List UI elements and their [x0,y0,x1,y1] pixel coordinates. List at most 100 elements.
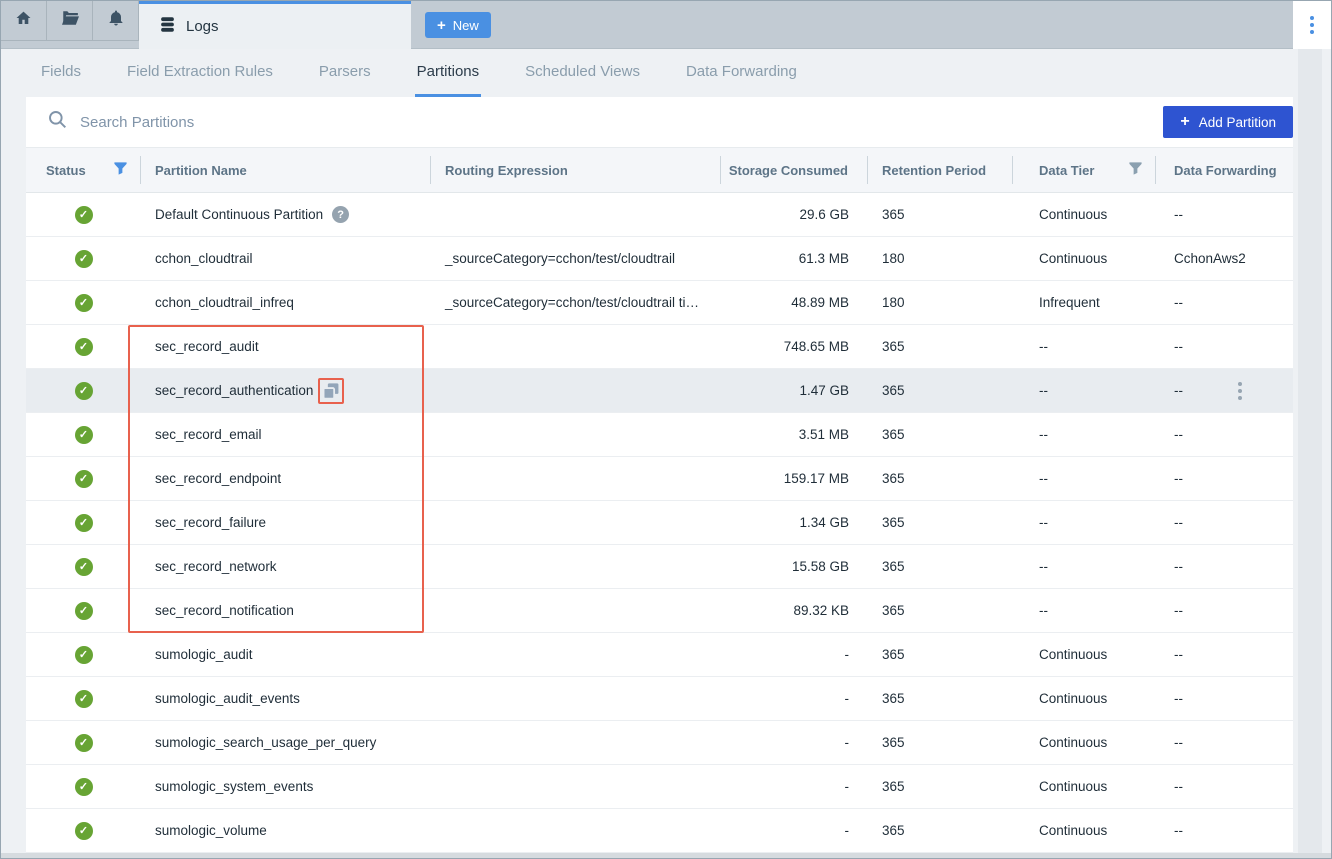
table-row[interactable]: ✓ sumologic_audit_events - 365 Continuou… [26,677,1293,721]
storage-consumed: 61.3 MB [799,251,849,266]
partition-name: sec_record_network [155,559,277,574]
home-button[interactable] [1,1,47,41]
storage-consumed: 159.17 MB [784,471,849,486]
partition-name: sec_record_email [155,427,262,442]
storage-consumed: 15.58 GB [792,559,849,574]
new-button[interactable]: + New [425,12,491,38]
table-row[interactable]: ✓ sumologic_audit - 365 Continuous -- [26,633,1293,677]
plus-icon: + [437,18,446,33]
add-partition-button[interactable]: + Add Partition [1163,106,1293,138]
partition-name: sec_record_endpoint [155,471,281,486]
search-row: + Add Partition [26,97,1293,147]
top-bar: Logs + New [1,1,1331,49]
column-header-partition-name[interactable]: Partition Name [141,156,431,184]
status-ok-icon: ✓ [75,294,93,312]
routing-expression: _sourceCategory=cchon/test/cloudtrail [445,251,675,266]
data-tier: -- [1039,515,1048,530]
data-tier: -- [1039,383,1048,398]
retention-period: 365 [882,647,905,662]
storage-consumed: - [845,691,850,706]
tab-logs[interactable]: Logs [139,1,411,49]
status-ok-icon: ✓ [75,250,93,268]
table-row[interactable]: ✓ sumologic_system_events - 365 Continuo… [26,765,1293,809]
partition-name: cchon_cloudtrail [155,251,253,266]
data-tier: Continuous [1039,691,1107,706]
table-row[interactable]: ✓ sec_record_failure 1.34 GB 365 -- -- [26,501,1293,545]
data-forwarding: -- [1174,603,1183,618]
table-row[interactable]: ✓ sec_record_email 3.51 MB 365 -- -- [26,413,1293,457]
data-tier: -- [1039,559,1048,574]
section-tab-data-forwarding[interactable]: Data Forwarding [684,49,799,97]
table-row[interactable]: ✓ sumologic_search_usage_per_query - 365… [26,721,1293,765]
data-forwarding: -- [1174,823,1183,838]
data-tier: Continuous [1039,251,1107,266]
row-kebab-icon[interactable] [1238,382,1242,400]
copy-icon[interactable] [322,382,340,400]
data-forwarding: -- [1174,295,1183,310]
data-forwarding: -- [1174,471,1183,486]
alerts-button[interactable] [93,1,139,41]
column-header-retention-period[interactable]: Retention Period [868,156,1013,184]
retention-period: 365 [882,383,905,398]
data-tier: Continuous [1039,779,1107,794]
table-row[interactable]: ✓ Default Continuous Partition ? 29.6 GB… [26,193,1293,237]
column-header-routing-expression[interactable]: Routing Expression [431,156,721,184]
status-ok-icon: ✓ [75,822,93,840]
section-tab-fields[interactable]: Fields [39,49,83,97]
storage-consumed: 1.47 GB [799,383,849,398]
library-button[interactable] [47,1,93,41]
table-row[interactable]: ✓ sec_record_endpoint 159.17 MB 365 -- -… [26,457,1293,501]
retention-period: 365 [882,823,905,838]
table-row[interactable]: ✓ sumologic_volume - 365 Continuous -- [26,809,1293,853]
table-row[interactable]: ✓ sec_record_network 15.58 GB 365 -- -- [26,545,1293,589]
section-tab-parsers[interactable]: Parsers [317,49,373,97]
section-tab-scheduled-views[interactable]: Scheduled Views [523,49,642,97]
storage-consumed: 748.65 MB [784,339,849,354]
data-tier: Continuous [1039,207,1107,222]
filter-icon[interactable] [1128,161,1143,179]
column-header-status[interactable]: Status [26,156,141,184]
table-row[interactable]: ✓ cchon_cloudtrail _sourceCategory=cchon… [26,237,1293,281]
table-row[interactable]: ✓ sec_record_notification 89.32 KB 365 -… [26,589,1293,633]
window-kebab-menu[interactable] [1293,1,1331,49]
storage-consumed: 3.51 MB [799,427,849,442]
copy-annotation-box [318,378,344,404]
table-row[interactable]: ✓ cchon_cloudtrail_infreq _sourceCategor… [26,281,1293,325]
routing-expression: _sourceCategory=cchon/test/cloudtrail ti… [445,295,699,310]
partitions-panel: + Add Partition Status Partition Name Ro… [26,97,1293,853]
filter-icon-active[interactable] [113,161,128,179]
partition-name: sumologic_audit_events [155,691,300,706]
status-ok-icon: ✓ [75,206,93,224]
status-ok-icon: ✓ [75,778,93,796]
data-tier: Infrequent [1039,295,1100,310]
data-forwarding: -- [1174,515,1183,530]
partition-name: sumologic_audit [155,647,253,662]
kebab-menu-icon [1310,16,1314,34]
plus-icon: + [1180,114,1189,130]
data-tier: Continuous [1039,823,1107,838]
section-tab-partitions[interactable]: Partitions [415,49,482,97]
help-icon[interactable]: ? [332,206,349,223]
search-input[interactable] [78,113,498,132]
table-row[interactable]: ✓ sec_record_authentication 1.47 GB 365 … [26,369,1293,413]
app-window: Logs + New Fields Field Extraction Rules P… [0,0,1332,859]
data-forwarding: -- [1174,339,1183,354]
status-ok-icon: ✓ [75,470,93,488]
storage-consumed: - [845,823,850,838]
data-tier: Continuous [1039,735,1107,750]
partition-name: Default Continuous Partition [155,207,323,222]
table-row[interactable]: ✓ sec_record_audit 748.65 MB 365 -- -- [26,325,1293,369]
column-header-data-forwarding[interactable]: Data Forwarding [1156,156,1293,184]
section-tab-field-extraction-rules[interactable]: Field Extraction Rules [125,49,275,97]
partition-name: sec_record_authentication [155,383,313,398]
status-ok-icon: ✓ [75,382,93,400]
column-header-storage-consumed[interactable]: Storage Consumed [721,156,868,184]
retention-period: 365 [882,559,905,574]
table-header: Status Partition Name Routing Expression… [26,147,1293,193]
status-ok-icon: ✓ [75,514,93,532]
partition-name: cchon_cloudtrail_infreq [155,295,294,310]
storage-consumed: 89.32 KB [793,603,849,618]
scrollbar-track[interactable] [1298,49,1322,853]
partition-name: sumologic_volume [155,823,267,838]
column-header-data-tier[interactable]: Data Tier [1013,156,1156,184]
